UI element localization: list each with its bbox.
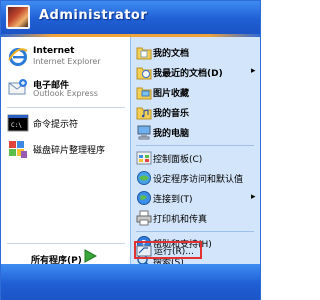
place-label: 我最近的文档(D): [153, 69, 223, 79]
run-highlight-box: [134, 241, 202, 259]
place-program-access[interactable]: 设定程序访问和默认值: [131, 169, 259, 187]
connect-to-icon: [137, 191, 151, 205]
my-pictures-icon: [136, 87, 152, 100]
pinned-item-email[interactable]: 电子邮件 Outlook Express: [1, 74, 130, 102]
place-label: 连接到(T): [153, 195, 193, 205]
internet-explorer-icon: [8, 48, 28, 66]
printers-faxes-icon: [136, 210, 152, 226]
place-label: 我的文档: [153, 49, 190, 59]
place-printers-faxes[interactable]: 打印机和传真: [131, 209, 259, 227]
recent-item-label: 磁盘碎片整理程序: [33, 146, 106, 156]
control-panel-icon: [136, 151, 152, 165]
place-label: 我的电脑: [153, 129, 190, 139]
green-arrow-icon: [84, 249, 97, 263]
pinned-separator: [7, 107, 125, 108]
recent-item-disk-defragmenter[interactable]: 磁盘碎片整理程序: [1, 137, 130, 161]
place-control-panel[interactable]: 控制面板(C): [131, 149, 259, 167]
start-menu: Administrator Internet Internet Explorer…: [0, 0, 261, 300]
place-label: 我的音乐: [153, 109, 190, 119]
right-pane: 我的文档 我最近的文档(D) ▸ 图片收藏 我的音乐 我的电脑 控制面板(C) …: [130, 37, 260, 268]
places-separator: [136, 145, 254, 146]
place-my-music[interactable]: 我的音乐: [131, 103, 259, 121]
command-prompt-icon: C:\: [7, 114, 29, 132]
places-separator: [136, 231, 254, 232]
all-programs-separator: [7, 243, 125, 244]
place-my-computer[interactable]: 我的电脑: [131, 123, 259, 141]
submenu-arrow-icon: ▸: [251, 66, 256, 76]
place-connect-to[interactable]: 连接到(T) ▸: [131, 189, 259, 207]
submenu-arrow-icon: ▸: [251, 192, 256, 202]
place-my-pictures[interactable]: 图片收藏: [131, 83, 259, 101]
program-access-icon: [137, 171, 151, 185]
pinned-item-subtitle: Outlook Express: [33, 89, 98, 98]
pinned-item-subtitle: Internet Explorer: [33, 57, 101, 66]
place-recent-documents[interactable]: 我最近的文档(D) ▸: [131, 63, 259, 81]
outlook-express-icon: [8, 79, 27, 95]
disk-defragmenter-icon: [9, 141, 27, 158]
my-music-icon: [136, 107, 152, 120]
recent-documents-icon: [136, 67, 152, 80]
pinned-item-title: Internet: [33, 46, 75, 56]
recent-item-label: 命令提示符: [33, 120, 79, 130]
pinned-item-internet[interactable]: Internet Internet Explorer: [1, 42, 130, 70]
user-name: Administrator: [39, 8, 148, 23]
place-label: 打印机和传真: [153, 215, 208, 225]
left-pane: Internet Internet Explorer 电子邮件 Outlook …: [1, 37, 130, 264]
my-computer-icon: [137, 125, 151, 140]
my-documents-icon: [136, 47, 152, 60]
svg-text:C:\: C:\: [11, 122, 22, 129]
place-label: 图片收藏: [153, 89, 190, 99]
place-label: 设定程序访问和默认值: [153, 175, 244, 185]
start-menu-header: Administrator: [1, 1, 260, 34]
place-label: 控制面板(C): [153, 155, 203, 165]
user-avatar[interactable]: [6, 5, 30, 29]
recent-item-command-prompt[interactable]: C:\ 命令提示符: [1, 112, 130, 134]
start-menu-footer: [1, 264, 260, 300]
place-my-documents[interactable]: 我的文档: [131, 43, 259, 61]
